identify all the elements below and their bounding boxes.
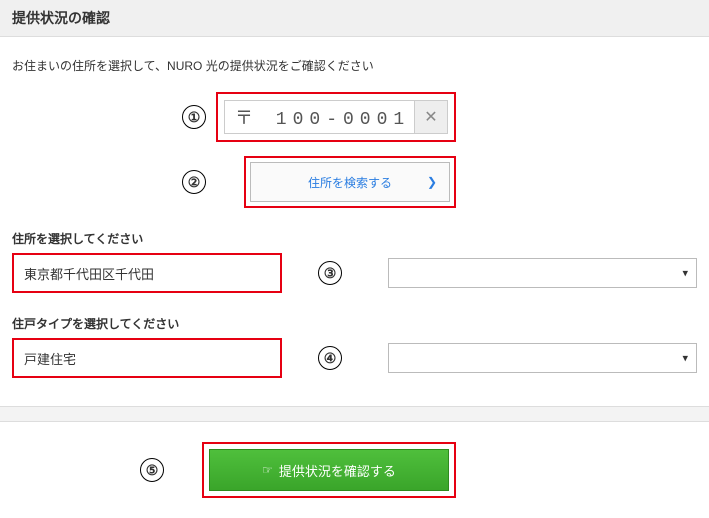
submit-label: 提供状況を確認する [279, 461, 396, 480]
submit-row: ⑤ ☞ 提供状況を確認する [0, 422, 709, 518]
address-select[interactable] [388, 258, 697, 288]
search-row: ② 住所を検索する ❯ [182, 156, 697, 208]
annotation-1: ① [182, 105, 206, 129]
page-title: 提供状況の確認 [12, 10, 110, 26]
instruction-text: お住まいの住所を選択して、NURO 光の提供状況をご確認ください [12, 57, 697, 74]
address-display: 東京都千代田区千代田 [12, 253, 282, 293]
unit-type-row: 戸建住宅 ④ [12, 338, 697, 378]
annotation-5: ⑤ [140, 458, 164, 482]
pointer-icon: ☞ [262, 463, 273, 477]
check-availability-button[interactable]: ☞ 提供状況を確認する [209, 449, 449, 491]
annotation-3: ③ [318, 261, 342, 285]
annotation-4: ④ [318, 346, 342, 370]
chevron-right-icon: ❯ [427, 175, 437, 189]
close-icon: ✕ [424, 107, 437, 127]
submit-highlight: ☞ 提供状況を確認する [202, 442, 456, 498]
footer-divider [0, 406, 709, 422]
page-header: 提供状況の確認 [0, 0, 709, 37]
postal-input[interactable] [224, 100, 414, 134]
unit-type-section-label: 住戸タイプを選択してください [12, 315, 697, 332]
postal-highlight: ✕ [216, 92, 456, 142]
search-highlight: 住所を検索する ❯ [244, 156, 456, 208]
unit-type-select[interactable] [388, 343, 697, 373]
content: お住まいの住所を選択して、NURO 光の提供状況をご確認ください ① ✕ ② 住… [0, 37, 709, 378]
address-row: 東京都千代田区千代田 ③ [12, 253, 697, 293]
annotation-2: ② [182, 170, 206, 194]
address-value: 東京都千代田区千代田 [24, 264, 154, 283]
search-button-label: 住所を検索する [308, 174, 392, 191]
address-section-label: 住所を選択してください [12, 230, 697, 247]
unit-type-value: 戸建住宅 [24, 349, 76, 368]
postal-row: ① ✕ [182, 92, 697, 142]
search-address-button[interactable]: 住所を検索する ❯ [250, 162, 450, 202]
postal-clear-button[interactable]: ✕ [414, 100, 448, 134]
unit-type-display: 戸建住宅 [12, 338, 282, 378]
